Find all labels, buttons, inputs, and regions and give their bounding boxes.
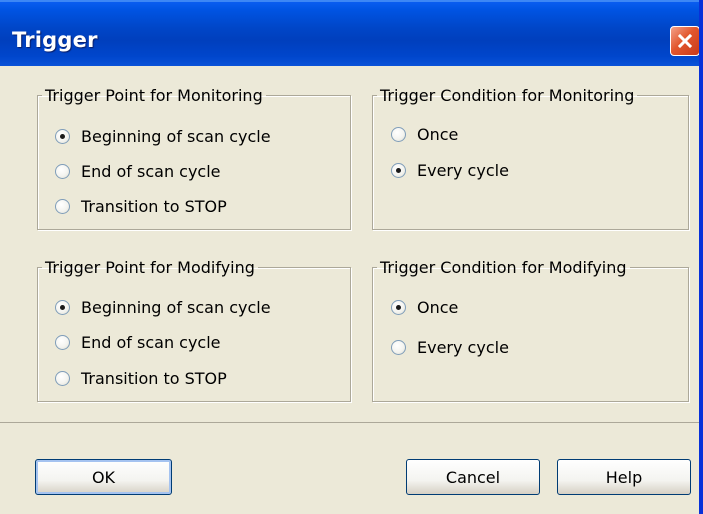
radio-modifying-condition-once[interactable]: Once [391, 295, 458, 319]
radio-label: Transition to STOP [81, 196, 227, 216]
radio-label: End of scan cycle [81, 332, 221, 352]
group-legend: Trigger Point for Modifying [45, 258, 255, 277]
radio-label: Beginning of scan cycle [81, 297, 271, 317]
cancel-button[interactable]: Cancel [406, 459, 540, 495]
radio-button[interactable] [55, 128, 70, 144]
radio-button[interactable] [55, 163, 70, 179]
ok-button[interactable]: OK [35, 459, 172, 495]
group-legend: Trigger Point for Monitoring [45, 86, 263, 105]
ok-button-label: OK [91, 467, 116, 487]
radio-button[interactable] [55, 370, 70, 386]
group-legend: Trigger Condition for Monitoring [380, 86, 635, 105]
radio-monitoring-condition-every-cycle[interactable]: Every cycle [391, 158, 509, 182]
radio-label: Every cycle [417, 337, 509, 357]
radio-modifying-point-end[interactable]: End of scan cycle [55, 330, 221, 354]
radio-button[interactable] [391, 126, 406, 142]
radio-button[interactable] [391, 339, 406, 355]
help-button[interactable]: Help [557, 459, 691, 495]
separator [0, 422, 699, 423]
radio-button[interactable] [55, 334, 70, 350]
title-bar[interactable]: Trigger [0, 0, 699, 66]
radio-label: Transition to STOP [81, 368, 227, 388]
trigger-dialog: Trigger Trigger Point for Monitoring Beg… [0, 0, 703, 514]
radio-label: End of scan cycle [81, 161, 221, 181]
close-icon [677, 33, 693, 49]
radio-label: Once [417, 124, 459, 144]
radio-label: Once [417, 297, 459, 317]
radio-button[interactable] [391, 162, 406, 178]
radio-monitoring-point-stop[interactable]: Transition to STOP [55, 194, 227, 218]
group-trigger-condition-modifying: Trigger Condition for Modifying [372, 258, 689, 402]
close-button[interactable] [670, 26, 699, 56]
radio-label: Every cycle [417, 160, 509, 180]
radio-button[interactable] [55, 299, 70, 315]
help-button-label: Help [605, 467, 643, 487]
radio-button[interactable] [55, 198, 70, 214]
radio-monitoring-point-beginning[interactable]: Beginning of scan cycle [55, 124, 271, 148]
radio-monitoring-point-end[interactable]: End of scan cycle [55, 159, 221, 183]
radio-button[interactable] [391, 299, 406, 315]
radio-monitoring-condition-once[interactable]: Once [391, 122, 458, 146]
group-legend: Trigger Condition for Modifying [380, 258, 627, 277]
radio-label: Beginning of scan cycle [81, 126, 271, 146]
window-title: Trigger [12, 28, 98, 52]
radio-modifying-point-stop[interactable]: Transition to STOP [55, 366, 227, 390]
cancel-button-label: Cancel [445, 467, 501, 487]
radio-modifying-point-beginning[interactable]: Beginning of scan cycle [55, 295, 271, 319]
radio-modifying-condition-every-cycle[interactable]: Every cycle [391, 335, 509, 359]
